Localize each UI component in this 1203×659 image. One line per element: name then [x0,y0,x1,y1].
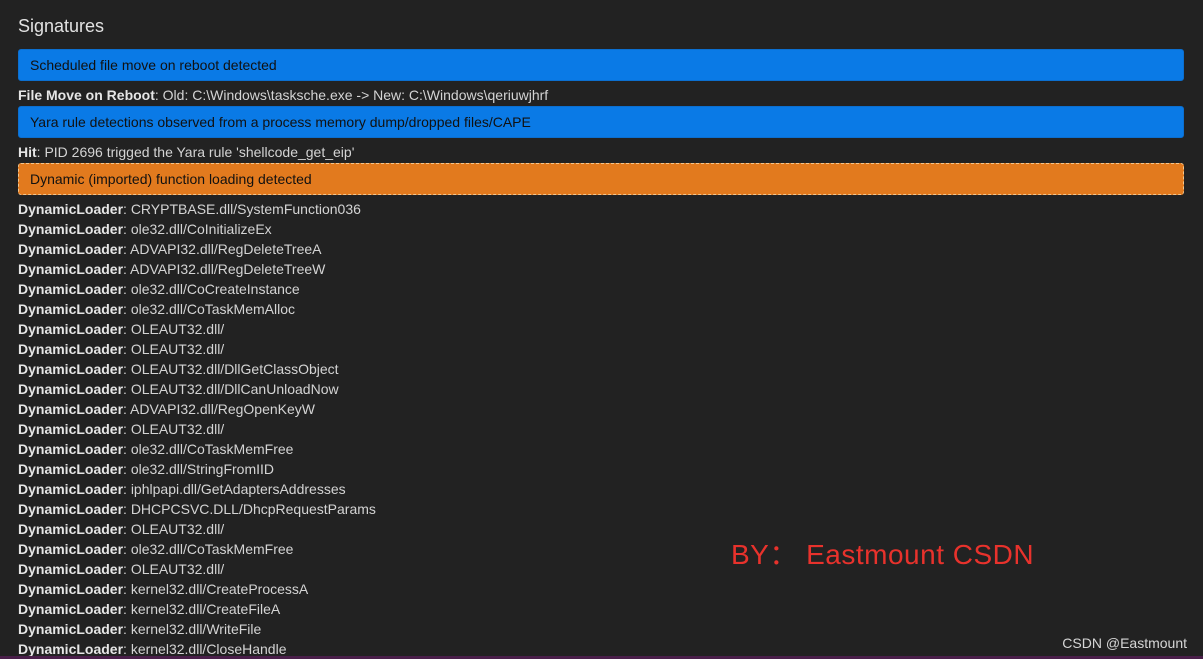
dynamic-loader-value: : OLEAUT32.dll/ [123,521,225,537]
dynamic-loader-row: DynamicLoader: DHCPCSVC.DLL/DhcpRequestP… [18,501,376,521]
dynamic-loader-value: : kernel32.dll/CreateProcessA [123,581,309,597]
dynamic-loader-row: DynamicLoader: ole32.dll/CoCreateInstanc… [18,281,376,301]
dynamic-loader-key: DynamicLoader [18,241,124,257]
dynamic-loader-row: DynamicLoader: OLEAUT32.dll/ [18,321,376,341]
dynamic-loader-list: DynamicLoader : CRYPTBASE.dll/SystemFunct… [18,201,376,657]
dynamic-loader-key: DynamicLoader [18,541,124,557]
watermark-text: BY： Eastmount CSDN [731,539,1035,570]
signatures-page: Signatures Scheduled file move on reboot… [0,0,1203,659]
dynamic-loader-value: : ole32.dll/StringFromIID [123,461,274,477]
dynamic-loader-value: : ole32.dll/CoCreateInstance [123,281,300,297]
dynamic-loader-key: DynamicLoader [18,321,124,337]
dynamic-loader-value: : DHCPCSVC.DLL/DhcpRequestParams [123,501,376,517]
dynamic-loader-key: DynamicLoader [18,461,124,477]
dynamic-loader-value: : CRYPTBASE.dll/SystemFunction036 [123,201,361,217]
dynamic-loader-row: DynamicLoader: kernel32.dll/CloseHandle [18,641,376,657]
signature-dynamic-function-loading[interactable]: Dynamic (imported) function loading dete… [18,163,1184,195]
dynamic-loader-row: DynamicLoader: kernel32.dll/WriteFile [18,621,376,641]
dynamic-loader-key: DynamicLoader [18,501,124,517]
dynamic-loader-key: DynamicLoader [18,641,124,657]
dynamic-loader-value: : ole32.dll/CoTaskMemFree [123,441,294,457]
dynamic-loader-value: : kernel32.dll/CloseHandle [123,641,287,657]
detail-value: : PID 2696 trigged the Yara rule 'shellc… [36,144,355,160]
dynamic-loader-value: : OLEAUT32.dll/DllCanUnloadNow [123,381,339,397]
detail-value: : Old: C:\Windows\tasksche.exe -> New: C… [154,87,549,103]
dynamic-loader-key: DynamicLoader [18,561,124,577]
dynamic-loader-value: : ole32.dll/CoTaskMemFree [123,541,294,557]
dynamic-loader-key: DynamicLoader [18,581,124,597]
dynamic-loader-row: DynamicLoader: OLEAUT32.dll/DllGetClassO… [18,361,376,381]
dynamic-loader-key: DynamicLoader [18,301,124,317]
dynamic-loader-value: : iphlpapi.dll/GetAdaptersAddresses [123,481,346,497]
dynamic-loader-key: DynamicLoader [18,621,124,637]
csdn-watermark: CSDN @Eastmount [1062,635,1187,651]
dynamic-loader-value: : OLEAUT32.dll/ [123,421,225,437]
section-title: Signatures [18,16,105,36]
dynamic-loader-row: DynamicLoader: OLEAUT32.dll/ [18,421,376,441]
dynamic-loader-value: : OLEAUT32.dll/DllGetClassObject [123,361,339,377]
dynamic-loader-key: DynamicLoader [18,601,124,617]
dynamic-loader-key: DynamicLoader [18,481,124,497]
dynamic-loader-key: DynamicLoader [18,521,124,537]
dynamic-loader-key: DynamicLoader [18,261,124,277]
dynamic-loader-row: DynamicLoader: kernel32.dll/CreateFileA [18,601,376,621]
dynamic-loader-key: DynamicLoader [18,361,124,377]
dynamic-loader-value: : ADVAPI32.dll/RegOpenKeyW [123,401,315,417]
detail-key: File Move on Reboot [18,87,155,103]
dynamic-loader-key: DynamicLoader [18,281,124,297]
dynamic-loader-value: : OLEAUT32.dll/ [123,561,225,577]
signature-file-move-on-reboot[interactable]: Scheduled file move on reboot detected [18,49,1184,81]
dynamic-loader-value: : ole32.dll/CoTaskMemAlloc [123,301,296,317]
dynamic-loader-row: DynamicLoader: OLEAUT32.dll/ [18,341,376,361]
dynamic-loader-row: DynamicLoader: CRYPTBASE.dll/SystemFunct… [18,201,376,221]
dynamic-loader-row: DynamicLoader: ole32.dll/CoTaskMemFree [18,441,376,461]
signature-detail-file-move: File Move on Reboot: Old: C:\Windows\tas… [18,87,548,103]
dynamic-loader-row: DynamicLoader: ole32.dll/CoTaskMemFree [18,541,376,561]
dynamic-loader-key: DynamicLoader [18,221,124,237]
dynamic-loader-key: DynamicLoader [18,421,124,437]
dynamic-loader-row: DynamicLoader: OLEAUT32.dll/DllCanUnload… [18,381,376,401]
signature-detail-yara-hit: Hit: PID 2696 trigged the Yara rule 'she… [18,144,354,160]
dynamic-loader-row: DynamicLoader: kernel32.dll/CreateProces… [18,581,376,601]
dynamic-loader-row: DynamicLoader: OLEAUT32.dll/ [18,521,376,541]
dynamic-loader-row: DynamicLoader: ADVAPI32.dll/RegOpenKeyW [18,401,376,421]
dynamic-loader-value: : ADVAPI32.dll/RegDeleteTreeA [123,241,322,257]
dynamic-loader-value: : ole32.dll/CoInitializeEx [123,221,272,237]
dynamic-loader-value: : OLEAUT32.dll/ [123,341,225,357]
dynamic-loader-value: : kernel32.dll/CreateFileA [123,601,281,617]
dynamic-loader-value: : OLEAUT32.dll/ [123,321,225,337]
dynamic-loader-row: DynamicLoader: ADVAPI32.dll/RegDeleteTre… [18,241,376,261]
dynamic-loader-row: DynamicLoader: ole32.dll/StringFromIID [18,461,376,481]
detail-key: Hit [18,144,37,160]
dynamic-loader-row: DynamicLoader: ole32.dll/CoInitializeEx [18,221,376,241]
signature-yara-detections[interactable]: Yara rule detections observed from a pro… [18,106,1184,138]
dynamic-loader-row: DynamicLoader: ADVAPI32.dll/RegDeleteTre… [18,261,376,281]
dynamic-loader-value: : ADVAPI32.dll/RegDeleteTreeW [123,261,326,277]
dynamic-loader-value: : kernel32.dll/WriteFile [123,621,262,637]
dynamic-loader-key: DynamicLoader [18,381,124,397]
dynamic-loader-key: DynamicLoader [18,401,124,417]
dynamic-loader-row: DynamicLoader: OLEAUT32.dll/ [18,561,376,581]
dynamic-loader-row: DynamicLoader: ole32.dll/CoTaskMemAlloc [18,301,376,321]
dynamic-loader-key: DynamicLoader [18,201,124,217]
dynamic-loader-row: DynamicLoader: iphlpapi.dll/GetAdaptersA… [18,481,376,501]
dynamic-loader-key: DynamicLoader [18,441,124,457]
dynamic-loader-key: DynamicLoader [18,341,124,357]
